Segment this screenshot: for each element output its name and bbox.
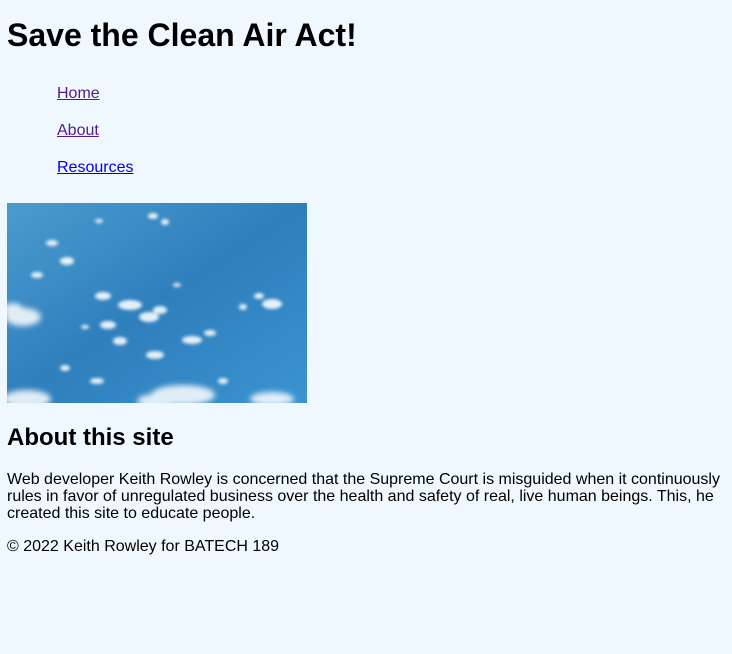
about-paragraph: Web developer Keith Rowley is concerned … bbox=[7, 471, 720, 522]
nav-link-resources[interactable]: Resources bbox=[57, 158, 133, 178]
page-title: Save the Clean Air Act! bbox=[7, 17, 357, 53]
nav-link-about[interactable]: About bbox=[57, 121, 99, 141]
nav-link-home[interactable]: Home bbox=[57, 84, 100, 104]
footer-copyright: © 2022 Keith Rowley for BATECH 189 bbox=[7, 538, 280, 555]
about-heading: About this site bbox=[7, 424, 174, 451]
sky-image bbox=[7, 203, 307, 403]
